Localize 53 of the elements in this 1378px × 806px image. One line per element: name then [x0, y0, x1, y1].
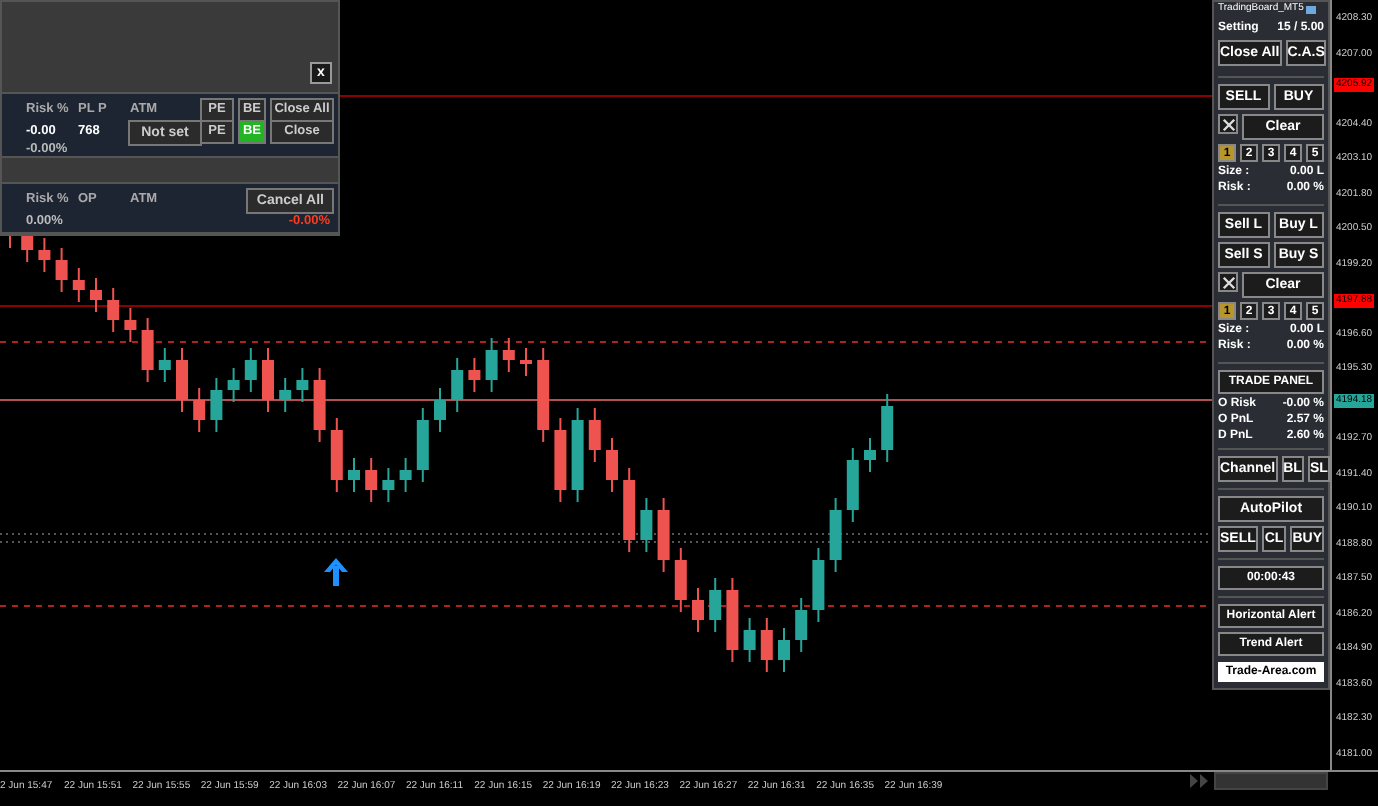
candle [279, 377, 292, 413]
candle [846, 447, 859, 523]
candle [227, 367, 240, 403]
candle [262, 347, 274, 413]
candle [158, 347, 171, 383]
arrow-up-icon [322, 556, 350, 588]
candle [107, 287, 120, 333]
candle [416, 407, 429, 483]
candle [623, 467, 636, 553]
candle [726, 577, 739, 663]
candle [692, 587, 704, 633]
candle [176, 347, 188, 413]
candle [795, 597, 808, 653]
candle [313, 367, 326, 443]
scrollbar-thumb[interactable] [1214, 772, 1328, 790]
candle [709, 577, 722, 633]
candle [434, 387, 446, 433]
candle [640, 497, 653, 553]
candle [348, 457, 360, 493]
candle [330, 417, 343, 493]
candle [537, 347, 550, 443]
candle [743, 617, 756, 663]
candle [141, 317, 154, 383]
candle [778, 627, 790, 673]
candle [829, 497, 842, 573]
candle [451, 357, 464, 413]
minimize-icon[interactable] [1305, 5, 1316, 13]
candle [554, 417, 567, 503]
candle [90, 277, 102, 313]
candle [657, 497, 670, 573]
candle [38, 237, 51, 273]
candle [588, 407, 601, 463]
candle [365, 457, 378, 503]
candle [812, 547, 825, 623]
candle [296, 367, 309, 403]
candle [485, 337, 498, 393]
candle [72, 267, 85, 303]
candle [244, 347, 257, 393]
candle [468, 357, 481, 393]
candle [520, 347, 532, 377]
candle [864, 437, 876, 473]
candle [124, 307, 137, 343]
candle [881, 393, 894, 463]
candle [760, 617, 773, 673]
candle [193, 387, 206, 433]
candle [674, 547, 687, 613]
candle [382, 467, 395, 503]
candle [399, 457, 412, 493]
candle [210, 377, 223, 433]
candle [502, 337, 515, 373]
candle [571, 407, 584, 503]
candle [55, 247, 68, 293]
candle [606, 437, 618, 493]
